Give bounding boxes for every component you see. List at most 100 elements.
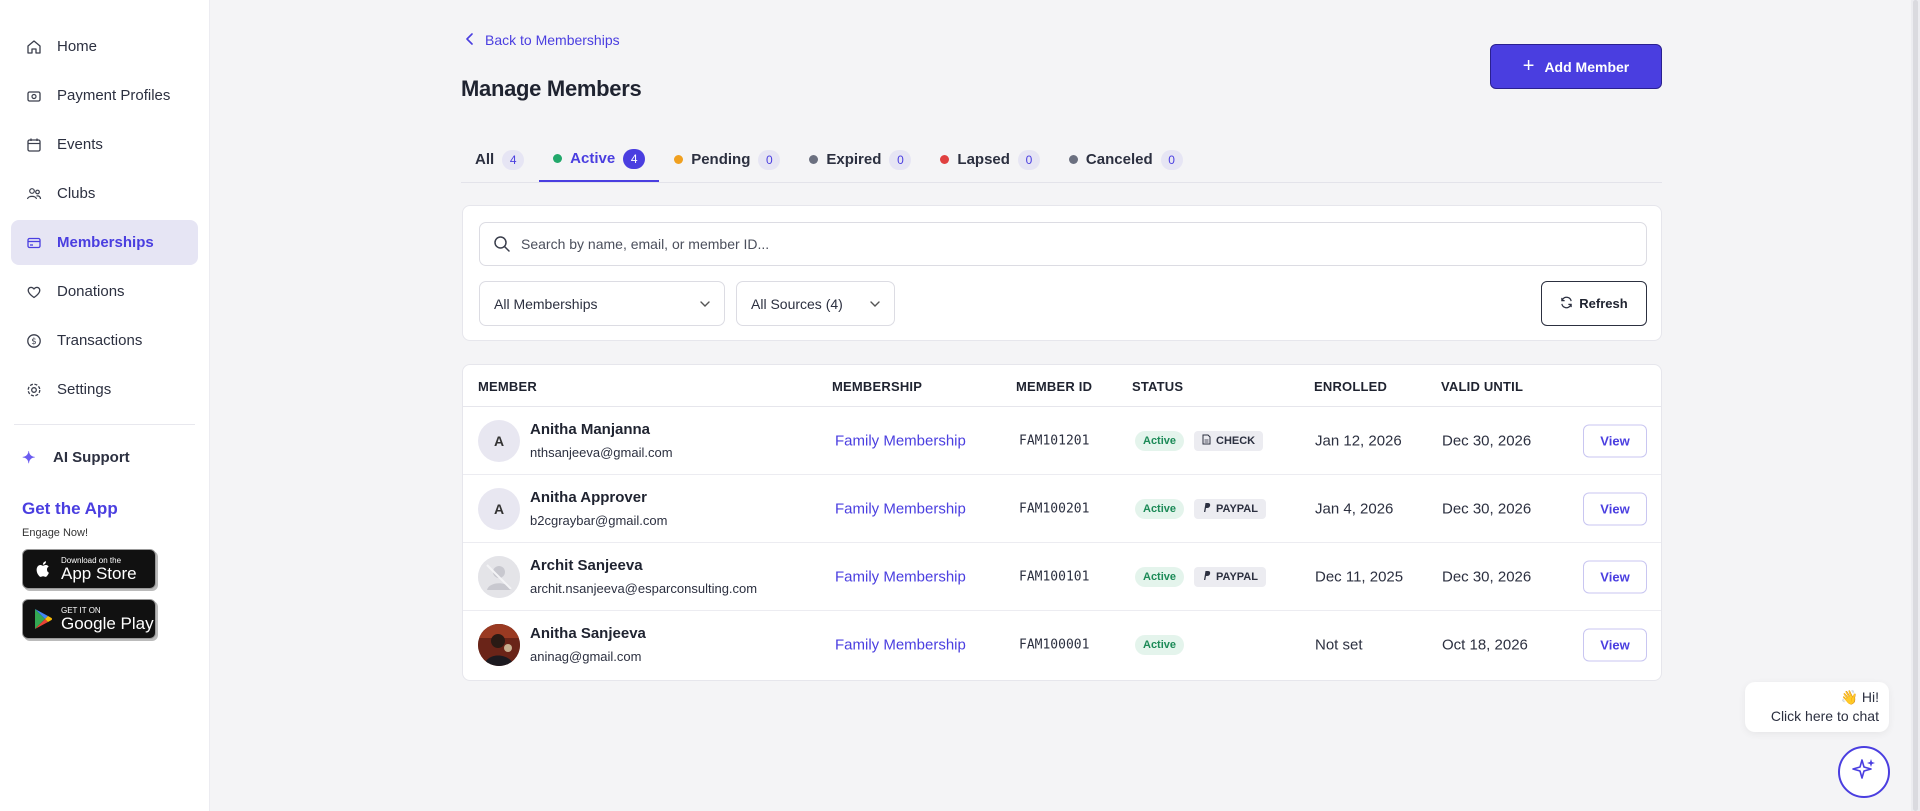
sparkle-icon	[1850, 756, 1878, 789]
add-member-label: Add Member	[1544, 58, 1630, 75]
source-badge: CHECK	[1194, 430, 1264, 451]
table-row: Archit Sanjeeva archit.nsanjeeva@esparco…	[463, 543, 1661, 611]
payment-profile-icon	[25, 87, 43, 105]
member-id: FAM100001	[1019, 637, 1090, 653]
tab-pending[interactable]: Pending 0	[660, 137, 794, 182]
sidebar-item-transactions[interactable]: $ Transactions	[11, 318, 198, 363]
chat-launcher-button[interactable]	[1838, 746, 1890, 798]
tab-canceled[interactable]: Canceled 0	[1055, 137, 1197, 182]
sidebar-item-label: Donations	[57, 283, 125, 300]
chevron-down-icon	[870, 298, 880, 310]
membership-link[interactable]: Family Membership	[835, 637, 966, 654]
tab-all[interactable]: All 4	[461, 137, 538, 182]
scrollbar-thumb[interactable]	[1913, 0, 1918, 811]
view-button[interactable]: View	[1583, 560, 1647, 593]
membership-link[interactable]: Family Membership	[835, 568, 966, 585]
membership-select[interactable]: All Memberships	[479, 281, 725, 326]
column-header-member: MEMBER	[478, 379, 537, 394]
tab-expired[interactable]: Expired 0	[795, 137, 925, 182]
chevron-left-icon	[465, 32, 475, 48]
member-name: Anitha Manjanna	[530, 421, 651, 438]
source-badge: PAYPAL	[1194, 498, 1266, 519]
tab-active[interactable]: Active 4	[539, 137, 660, 182]
app-store-big: App Store	[61, 563, 137, 583]
sparkle-icon: ✦	[22, 450, 36, 467]
status-badge: Active	[1135, 430, 1185, 451]
sidebar-item-label: Events	[57, 136, 103, 153]
table-row: Anitha Sanjeeva aninag@gmail.com Family …	[463, 611, 1661, 679]
profile-photo-icon	[478, 624, 520, 666]
tab-lapsed[interactable]: Lapsed 0	[926, 137, 1054, 182]
tab-count-badge: 0	[758, 149, 781, 170]
paypal-icon	[1202, 570, 1211, 584]
refresh-label: Refresh	[1579, 296, 1628, 311]
member-name: Archit Sanjeeva	[530, 557, 643, 574]
sidebar-item-donations[interactable]: Donations	[11, 269, 198, 314]
membership-link[interactable]: Family Membership	[835, 432, 966, 449]
valid-until-date: Dec 30, 2026	[1442, 500, 1532, 517]
back-to-memberships-link[interactable]: Back to Memberships	[465, 32, 620, 48]
get-app-subtitle: Engage Now!	[22, 527, 89, 539]
sidebar-item-clubs[interactable]: Clubs	[11, 171, 198, 216]
enrolled-date: Not set	[1315, 636, 1363, 654]
app-store-button[interactable]: Download on the App Store	[22, 549, 156, 589]
apple-icon	[31, 557, 55, 581]
chat-bubble[interactable]: 👋 Hi! Click here to chat	[1745, 682, 1889, 732]
gear-icon	[25, 381, 43, 399]
ai-support-link[interactable]: ✦ AI Support	[11, 437, 198, 477]
view-button[interactable]: View	[1583, 424, 1647, 457]
status-dot-icon	[1068, 155, 1078, 164]
home-icon	[25, 38, 43, 56]
view-button[interactable]: View	[1583, 492, 1647, 525]
status-dot-icon	[940, 155, 950, 164]
sidebar: Home Payment Profiles Events Clubs Membe…	[0, 0, 210, 811]
ai-support-label: AI Support	[53, 448, 130, 466]
column-header-status: STATUS	[1132, 379, 1184, 394]
sidebar-item-label: Memberships	[57, 234, 154, 251]
table-row: A Anitha Manjanna nthsanjeeva@gmail.com …	[463, 407, 1661, 475]
sidebar-item-settings[interactable]: Settings	[11, 367, 198, 412]
people-icon	[25, 185, 43, 203]
tab-count-badge: 0	[1017, 149, 1040, 170]
tab-count-badge: 4	[623, 148, 646, 169]
avatar: A	[478, 487, 520, 530]
valid-until-date: Dec 30, 2026	[1442, 568, 1532, 585]
search-input[interactable]	[521, 236, 1621, 252]
add-member-button[interactable]: + Add Member	[1490, 44, 1662, 89]
column-header-member-id: MEMBER ID	[1016, 379, 1093, 394]
view-button[interactable]: View	[1583, 628, 1647, 662]
sidebar-item-payment-profiles[interactable]: Payment Profiles	[11, 73, 198, 118]
sidebar-item-memberships[interactable]: Memberships	[11, 220, 198, 265]
page-scrollbar[interactable]	[1911, 0, 1920, 811]
tab-label: Canceled	[1085, 151, 1153, 168]
tab-count-badge: 0	[1160, 149, 1183, 170]
valid-until-date: Dec 30, 2026	[1442, 432, 1532, 449]
membership-link[interactable]: Family Membership	[835, 500, 966, 517]
sidebar-item-events[interactable]: Events	[11, 122, 198, 167]
page-title: Manage Members	[461, 76, 642, 101]
avatar: A	[478, 419, 520, 462]
refresh-icon	[1560, 296, 1573, 312]
chat-greeting: 👋 Hi!	[1840, 689, 1879, 705]
app-store-text: Download on the App Store	[61, 556, 137, 583]
source-select[interactable]: All Sources (4)	[736, 281, 895, 326]
column-header-membership: MEMBERSHIP	[832, 379, 923, 394]
members-table: MEMBER MEMBERSHIP MEMBER ID STATUS ENROL…	[462, 364, 1662, 681]
status-dot-icon	[809, 155, 819, 164]
sidebar-nav: Home Payment Profiles Events Clubs Membe…	[0, 0, 209, 412]
member-id: FAM100101	[1019, 569, 1090, 584]
column-header-enrolled: ENROLLED	[1314, 379, 1388, 394]
dollar-icon: $	[25, 332, 43, 350]
google-play-button[interactable]: GET IT ON Google Play	[22, 599, 156, 639]
avatar	[478, 624, 520, 666]
google-play-icon	[31, 607, 55, 631]
status-tabs: All 4 Active 4 Pending 0 Expired 0 Lapse…	[461, 137, 1662, 183]
tab-label: Lapsed	[957, 151, 1010, 168]
refresh-button[interactable]: Refresh	[1541, 281, 1647, 326]
search-icon	[493, 235, 511, 253]
default-avatar-icon	[478, 555, 520, 598]
get-app-section: Get the App Engage Now! Download on the …	[22, 499, 209, 639]
sidebar-item-home[interactable]: Home	[11, 24, 198, 69]
calendar-icon	[25, 136, 43, 154]
table-header: MEMBER MEMBERSHIP MEMBER ID STATUS ENROL…	[463, 365, 1661, 407]
